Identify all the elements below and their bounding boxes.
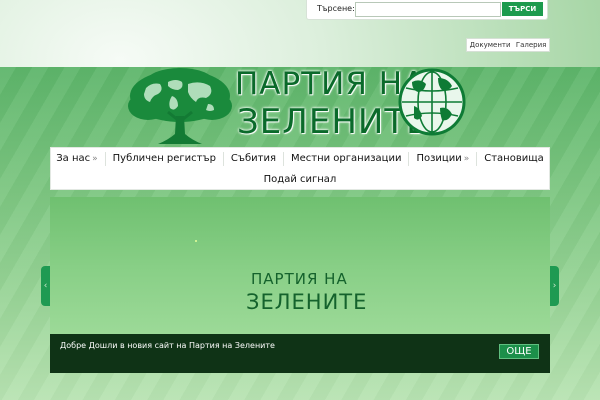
nav-item-public-register[interactable]: Публичен регистър	[106, 152, 224, 166]
slide-caption-bar: Добре Дошли в новия сайт на Партия на Зе…	[50, 334, 550, 373]
nav-item-local-organizations[interactable]: Местни организации	[284, 152, 410, 166]
nav-item-about[interactable]: За нас»	[49, 152, 106, 166]
main-navigation: За нас» Публичен регистър Събития Местни…	[50, 147, 550, 190]
nav-item-statements[interactable]: Становища	[477, 152, 551, 166]
logo-title-line1: ПАРТИЯ НА	[235, 66, 426, 102]
nav-item-label: Позиции	[416, 153, 462, 164]
slide-sparkle	[195, 240, 197, 242]
chevron-right-icon: ›	[552, 281, 557, 291]
slider-next-button[interactable]: ›	[550, 266, 559, 306]
more-button[interactable]: ОЩЕ	[499, 344, 539, 359]
submenu-arrow-icon: »	[92, 154, 98, 164]
globe-icon	[398, 68, 466, 136]
slide-logo-line1: ПАРТИЯ НА	[251, 270, 348, 288]
documents-link[interactable]: Документи	[470, 41, 511, 49]
slide-caption: Добре Дошли в новия сайт на Партия на Зе…	[60, 341, 275, 350]
slide-logo-line2: ЗЕЛЕНИТЕ	[246, 290, 368, 314]
slider-prev-button[interactable]: ‹	[41, 266, 50, 306]
top-links: Документи Галерия	[466, 38, 550, 52]
hero-slider: ПАРТИЯ НА ЗЕЛЕНИТЕ Добре Дошли в новия с…	[50, 197, 550, 373]
chevron-left-icon: ‹	[43, 281, 48, 291]
tree-world-map-icon	[128, 68, 232, 144]
submenu-arrow-icon: »	[463, 154, 470, 164]
nav-item-events[interactable]: Събития	[224, 152, 284, 166]
search-label: Търсене:	[317, 4, 355, 13]
search-input[interactable]	[355, 2, 501, 17]
search-button[interactable]: ТЪРСИ	[502, 2, 543, 16]
gallery-link[interactable]: Галерия	[516, 41, 547, 49]
nav-item-positions[interactable]: Позиции»	[409, 152, 478, 166]
nav-item-label: За нас	[56, 153, 91, 164]
search-bar: Търсене: ТЪРСИ	[306, 0, 548, 20]
nav-item-submit-signal[interactable]: Подай сигнал	[257, 173, 344, 187]
